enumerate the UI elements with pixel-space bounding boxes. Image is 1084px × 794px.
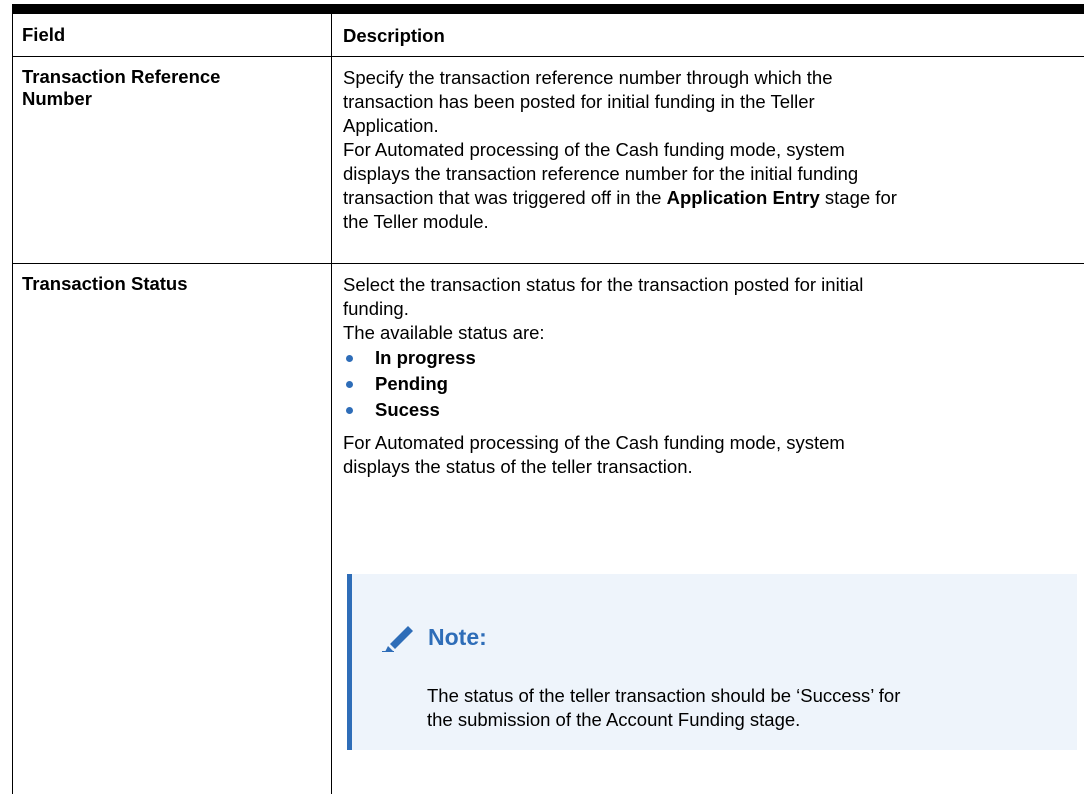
description-line: Select the transaction status for the tr… xyxy=(343,274,864,295)
header-field: Field xyxy=(12,14,332,56)
description-line: For Automated processing of the Cash fun… xyxy=(343,432,845,453)
status-list: In progress Pending Sucess xyxy=(343,345,1084,423)
description-line: transaction has been posted for initial … xyxy=(343,91,815,112)
pencil-icon xyxy=(382,626,413,652)
description-line: Application. xyxy=(343,115,439,136)
table-row: Transaction Reference Number Specify the… xyxy=(12,57,1084,264)
field-name-line: Transaction Reference xyxy=(22,66,221,87)
description-line: displays the transaction reference numbe… xyxy=(343,163,859,184)
description-line: funding. xyxy=(343,298,409,319)
list-item: Pending xyxy=(343,371,1084,397)
note-heading: Note: xyxy=(382,622,487,652)
field-name: Transaction Status xyxy=(12,264,332,794)
bullet-icon xyxy=(346,354,353,362)
status-label: Pending xyxy=(375,373,448,394)
bullet-icon xyxy=(346,406,353,414)
note-title: Note: xyxy=(428,623,487,650)
description-paragraph: For Automated processing of the Cash fun… xyxy=(343,431,1084,479)
description-line: the Teller module. xyxy=(343,211,489,232)
list-item: In progress xyxy=(343,345,1084,371)
field-name-line: Number xyxy=(22,88,92,109)
list-item: Sucess xyxy=(343,397,1084,423)
description-line: For Automated processing of the Cash fun… xyxy=(343,139,845,160)
note-line: the submission of the Account Funding st… xyxy=(427,709,801,730)
description-text: transaction that was triggered off in th… xyxy=(343,187,667,208)
description-line: displays the status of the teller transa… xyxy=(343,456,693,477)
description-line: The available status are: xyxy=(343,322,545,343)
note-line: The status of the teller transaction sho… xyxy=(427,685,901,706)
status-label: In progress xyxy=(375,347,476,368)
description-line: transaction that was triggered off in th… xyxy=(343,186,1084,210)
stage-name: Application Entry xyxy=(666,187,820,208)
status-label: Sucess xyxy=(375,399,440,420)
field-description: Specify the transaction reference number… xyxy=(332,57,1084,263)
bullet-icon xyxy=(346,380,353,388)
header-description: Description xyxy=(343,25,445,46)
description-line: Specify the transaction reference number… xyxy=(343,67,833,88)
table-header-row: Field Description xyxy=(12,14,1084,57)
note-body: The status of the teller transaction sho… xyxy=(427,684,900,732)
field-name: Transaction Reference Number xyxy=(12,57,332,263)
description-text: stage for xyxy=(819,187,897,208)
note-callout: Note: The status of the teller transacti… xyxy=(347,574,1077,750)
